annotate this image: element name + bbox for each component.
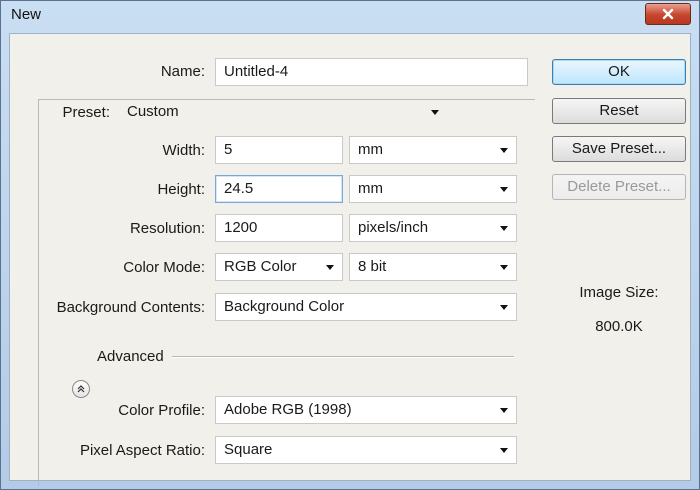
close-button[interactable]: [645, 3, 691, 25]
name-input[interactable]: Untitled-4: [215, 58, 528, 86]
color-mode-value: RGB Color: [224, 258, 297, 275]
advanced-label: Advanced: [97, 348, 164, 365]
resolution-label: Resolution:: [129, 220, 205, 237]
reset-label: Reset: [599, 102, 639, 119]
dropdown-arrow-icon: [500, 187, 508, 192]
height-unit-dropdown[interactable]: mm: [349, 175, 517, 203]
dropdown-arrow-icon: [500, 265, 508, 270]
name-label: Name:: [160, 63, 205, 80]
color-mode-dropdown[interactable]: RGB Color: [215, 253, 343, 281]
collapse-chevron-icon: [77, 385, 85, 393]
background-contents-value: Background Color: [224, 298, 345, 315]
ok-button[interactable]: OK: [552, 59, 686, 85]
preset-value: Custom: [127, 103, 179, 120]
reset-button[interactable]: Reset: [552, 98, 686, 124]
save-preset-label: Save Preset...: [571, 140, 667, 157]
width-input[interactable]: 5: [215, 136, 343, 164]
dropdown-arrow-icon: [500, 305, 508, 310]
pixel-aspect-label: Pixel Aspect Ratio:: [79, 442, 205, 459]
window-title: New: [11, 6, 42, 23]
advanced-separator: [172, 356, 514, 358]
width-unit-dropdown[interactable]: mm: [349, 136, 517, 164]
preset-label: Preset:: [62, 104, 110, 121]
delete-preset-button: Delete Preset...: [552, 174, 686, 200]
height-input[interactable]: 24.5: [215, 175, 343, 203]
dialog-body: Name: Untitled-4 Preset: Custom Width: 5…: [9, 33, 691, 486]
color-mode-label: Color Mode:: [123, 259, 205, 276]
image-size-label: Image Size:: [579, 284, 659, 301]
width-unit: mm: [358, 141, 383, 158]
height-label: Height:: [157, 181, 205, 198]
color-profile-label: Color Profile:: [118, 402, 205, 419]
resolution-unit-dropdown[interactable]: pixels/inch: [349, 214, 517, 242]
title-bar[interactable]: New: [1, 1, 699, 31]
advanced-toggle-button[interactable]: [72, 380, 90, 398]
background-contents-dropdown[interactable]: Background Color: [215, 293, 517, 321]
dropdown-arrow-icon: [500, 448, 508, 453]
pixel-aspect-dropdown[interactable]: Square: [215, 436, 517, 464]
height-value: 24.5: [224, 180, 254, 197]
close-icon: [662, 8, 674, 20]
width-value: 5: [224, 141, 233, 158]
pixel-aspect-value: Square: [224, 441, 273, 458]
preset-dropdown[interactable]: Custom: [118, 98, 448, 126]
bit-depth-dropdown[interactable]: 8 bit: [349, 253, 517, 281]
image-size-value: 800.0K: [595, 318, 643, 335]
background-contents-label: Background Contents:: [56, 299, 205, 316]
new-document-dialog: New Name: Untitled-4 Preset: Custom Widt…: [0, 0, 700, 490]
name-value: Untitled-4: [224, 63, 289, 80]
save-preset-button[interactable]: Save Preset...: [552, 136, 686, 162]
resolution-value: 1200: [224, 219, 258, 236]
ok-label: OK: [608, 63, 630, 80]
dropdown-arrow-icon: [500, 408, 508, 413]
resolution-unit: pixels/inch: [358, 219, 429, 236]
color-profile-value: Adobe RGB (1998): [224, 401, 352, 418]
dropdown-arrow-icon: [500, 148, 508, 153]
bit-depth-value: 8 bit: [358, 258, 387, 275]
height-unit: mm: [358, 180, 383, 197]
width-label: Width:: [162, 142, 205, 159]
dropdown-arrow-icon: [326, 265, 334, 270]
delete-preset-label: Delete Preset...: [567, 178, 671, 195]
dropdown-arrow-icon: [431, 110, 439, 115]
color-profile-dropdown[interactable]: Adobe RGB (1998): [215, 396, 517, 424]
dropdown-arrow-icon: [500, 226, 508, 231]
resolution-input[interactable]: 1200: [215, 214, 343, 242]
